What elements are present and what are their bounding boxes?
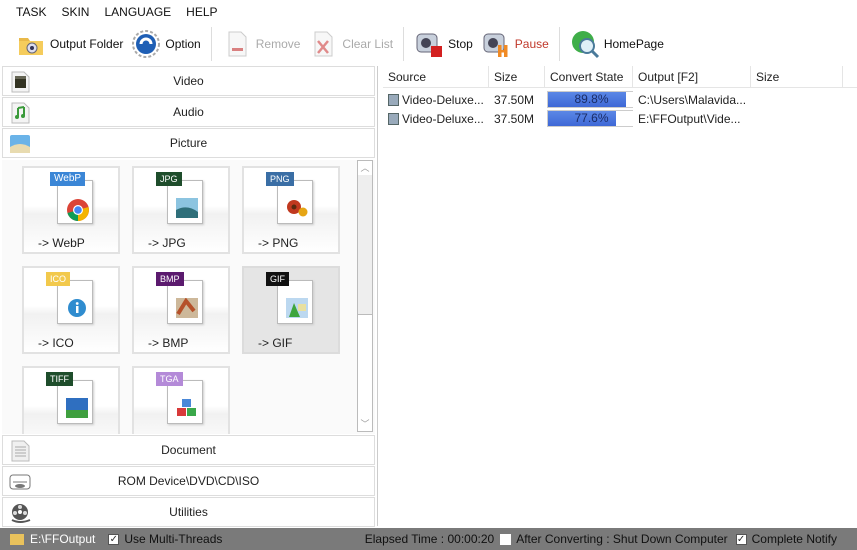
shutdown-label: After Converting : Shut Down Computer bbox=[516, 532, 728, 546]
complete-notify-checkbox[interactable]: ✓ bbox=[735, 533, 747, 545]
format-tile-ico[interactable]: ICO -> ICO bbox=[22, 266, 120, 354]
folder-icon bbox=[16, 29, 46, 59]
format-tag: PNG bbox=[266, 172, 294, 186]
format-grid: WebP -> WebP JPG -> JPG PNG -> PNG ICO -… bbox=[2, 160, 375, 434]
category-rom-device[interactable]: ROM Device\DVD\CD\ISO bbox=[2, 466, 375, 496]
status-bar: E:\FFOutput ✓ Use Multi-Threads Elapsed … bbox=[0, 528, 857, 550]
column-output[interactable]: Output [F2] bbox=[633, 66, 751, 87]
remove-button[interactable]: Remove bbox=[218, 26, 305, 62]
progress-bar: 77.6% bbox=[547, 110, 633, 127]
format-tag: WebP bbox=[50, 172, 86, 186]
gear-icon bbox=[131, 29, 161, 59]
shutdown-checkbox[interactable] bbox=[500, 533, 512, 545]
clear-list-icon bbox=[308, 29, 338, 59]
output-folder-button[interactable]: Output Folder bbox=[12, 26, 127, 62]
format-tag: GIF bbox=[266, 272, 289, 286]
disc-drive-icon bbox=[9, 471, 31, 493]
info-icon bbox=[66, 298, 88, 318]
format-tile-png[interactable]: PNG -> PNG bbox=[242, 166, 340, 254]
clapperboard-icon bbox=[9, 71, 31, 93]
progress-label: 89.8% bbox=[574, 92, 609, 106]
format-tag: TIFF bbox=[46, 372, 73, 386]
paint-icon bbox=[176, 297, 198, 318]
clear-list-button[interactable]: Clear List bbox=[304, 26, 397, 62]
music-note-icon bbox=[9, 102, 31, 124]
menu-skin[interactable]: SKIN bbox=[61, 5, 89, 19]
format-tile-bmp[interactable]: BMP -> BMP bbox=[132, 266, 230, 354]
progress-bar: 89.8% bbox=[547, 91, 633, 108]
stop-button[interactable]: Stop bbox=[410, 26, 477, 62]
menu-task[interactable]: TASK bbox=[16, 5, 46, 19]
landscape-icon bbox=[66, 398, 88, 418]
format-tag: JPG bbox=[156, 172, 182, 186]
source-size: 37.50M bbox=[494, 111, 535, 126]
toolbar: Output Folder Option Remove Clear List S… bbox=[0, 24, 857, 64]
multi-threads-checkbox[interactable]: ✓ bbox=[108, 533, 120, 545]
category-video[interactable]: Video bbox=[2, 66, 375, 96]
image-icon bbox=[286, 298, 308, 318]
video-file-icon bbox=[388, 93, 399, 106]
output-path-link[interactable]: E:\FFOutput bbox=[30, 532, 95, 546]
flower-icon bbox=[286, 198, 308, 218]
category-document[interactable]: Document bbox=[2, 435, 375, 465]
menu-language[interactable]: LANGUAGE bbox=[104, 5, 171, 19]
folder-icon bbox=[10, 533, 24, 545]
toolbar-separator bbox=[210, 27, 212, 61]
picture-icon bbox=[9, 133, 31, 155]
chrome-icon bbox=[66, 198, 89, 221]
task-row[interactable]: Video-Deluxe... 37.50M 89.8% C:\Users\Ma… bbox=[383, 90, 857, 109]
toolbar-separator bbox=[558, 27, 560, 61]
category-audio[interactable]: Audio bbox=[2, 97, 375, 127]
output-path: C:\Users\Malavida... bbox=[638, 92, 747, 107]
column-source[interactable]: Source bbox=[383, 66, 489, 87]
source-size: 37.50M bbox=[494, 92, 535, 107]
source-name: Video-Deluxe... bbox=[402, 92, 484, 107]
category-panel: Video Audio Picture WebP -> WebP JPG -> … bbox=[0, 66, 378, 527]
task-row[interactable]: Video-Deluxe... 37.50M 77.6% E:\FFOutput… bbox=[383, 109, 857, 128]
cubes-icon bbox=[176, 398, 198, 418]
stop-icon bbox=[414, 29, 444, 59]
format-tag: ICO bbox=[46, 272, 71, 286]
format-grid-scrollbar[interactable]: ︿ ﹀ bbox=[357, 160, 373, 432]
elapsed-time: Elapsed Time : 00:00:20 bbox=[364, 532, 495, 546]
progress-label: 77.6% bbox=[574, 111, 609, 125]
source-name: Video-Deluxe... bbox=[402, 111, 484, 126]
pause-icon bbox=[481, 29, 511, 59]
remove-icon bbox=[222, 29, 252, 59]
globe-search-icon bbox=[570, 29, 600, 59]
pause-button[interactable]: Pause bbox=[477, 26, 553, 62]
scroll-down-arrow[interactable]: ﹀ bbox=[358, 417, 372, 431]
scroll-thumb[interactable] bbox=[358, 175, 372, 315]
menu-help[interactable]: HELP bbox=[186, 5, 217, 19]
column-size[interactable]: Size bbox=[489, 66, 545, 87]
landscape-icon bbox=[176, 198, 198, 218]
multi-threads-label: Use Multi-Threads bbox=[124, 532, 223, 546]
format-tile-jpg[interactable]: JPG -> JPG bbox=[132, 166, 230, 254]
video-file-icon bbox=[388, 112, 399, 125]
column-convert-state[interactable]: Convert State bbox=[545, 66, 633, 87]
menu-bar: TASK SKIN LANGUAGE HELP bbox=[0, 0, 857, 24]
complete-notify-label: Complete Notify bbox=[751, 532, 837, 546]
film-reel-icon bbox=[9, 502, 31, 524]
task-list: Source Size Convert State Output [F2] Si… bbox=[383, 66, 857, 526]
format-tile-tga[interactable]: TGA bbox=[132, 366, 230, 434]
format-tile-gif[interactable]: GIF -> GIF bbox=[242, 266, 340, 354]
category-picture[interactable]: Picture bbox=[2, 128, 375, 158]
format-tag: BMP bbox=[156, 272, 184, 286]
format-tag: TGA bbox=[156, 372, 183, 386]
homepage-button[interactable]: HomePage bbox=[566, 26, 668, 62]
scroll-up-arrow[interactable]: ︿ bbox=[358, 161, 372, 175]
format-tile-webp[interactable]: WebP -> WebP bbox=[22, 166, 120, 254]
task-list-header: Source Size Convert State Output [F2] Si… bbox=[383, 66, 857, 88]
toolbar-separator bbox=[403, 27, 405, 61]
option-button[interactable]: Option bbox=[127, 26, 204, 62]
document-icon bbox=[9, 440, 31, 462]
format-tile-tiff[interactable]: TIFF bbox=[22, 366, 120, 434]
category-utilities[interactable]: Utilities bbox=[2, 497, 375, 527]
output-path: E:\FFOutput\Vide... bbox=[638, 111, 741, 126]
column-output-size[interactable]: Size bbox=[751, 66, 843, 87]
